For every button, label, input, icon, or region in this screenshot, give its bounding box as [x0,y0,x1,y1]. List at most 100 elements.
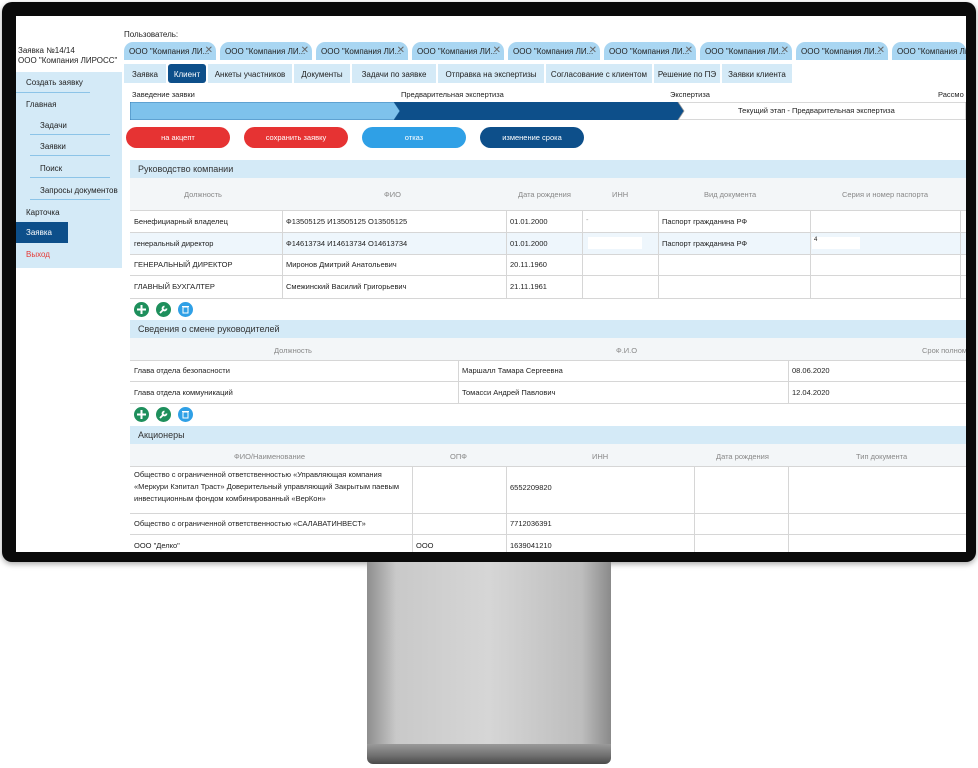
monitor-stand-base [367,744,611,764]
tab-label: ООО "Компания ЛИ... [225,47,306,56]
changes-section-title: Сведения о смене руководителей [130,320,966,338]
divider [130,275,966,276]
sidebar-item-create[interactable]: Создать заявку [26,78,83,87]
column-header: Должность [274,346,312,355]
subtab-questionnaires[interactable]: Анкеты участников [208,64,292,83]
table-cell: Глава отдела коммуникаций [134,388,233,397]
request-info: Заявка №14/14 ООО "Компания ЛИРОСС" [18,46,117,66]
close-icon[interactable]: ✕ [589,45,597,56]
divider [130,534,966,535]
sidebar-item-request-active[interactable]: Заявка [16,222,68,243]
add-icon[interactable] [134,407,149,422]
tab-label: ООО "Компания ЛИ... [801,47,882,56]
close-icon[interactable]: ✕ [493,45,501,56]
divider [130,298,966,299]
divider [130,360,966,361]
tab-company-1[interactable]: ООО "Компания ЛИ... ✕ [124,42,216,60]
close-icon[interactable]: ✕ [781,45,789,56]
table-cell: 12.04.2020 [792,388,830,397]
column-header: ФИО/Наименование [234,452,306,461]
sidebar-item-exit[interactable]: Выход [26,250,50,259]
subnav: Заявка Клиент Анкеты участников Документ… [124,64,966,83]
stage-done [129,101,401,121]
divider [30,155,110,156]
close-icon[interactable]: ✕ [301,45,309,56]
divider [130,513,966,514]
stage-label-2: Предварительная экспертиза [401,90,504,99]
close-icon[interactable]: ✕ [877,45,885,56]
reject-button[interactable]: отказ [362,127,466,148]
tab-company-8[interactable]: ООО "Компания ЛИ... ✕ [796,42,888,60]
sidebar-item-tasks[interactable]: Задачи [40,121,67,130]
close-icon[interactable]: ✕ [685,45,693,56]
sidebar-item-doc-requests[interactable]: Запросы документов [40,186,118,195]
user-label: Пользователь: [124,30,179,39]
divider [412,466,413,552]
tab-company-5[interactable]: ООО "Компания ЛИ... ✕ [508,42,600,60]
divider [130,232,966,233]
table-cell: Смежинский Василий Григорьевич [286,282,407,291]
divider [282,210,283,298]
column-header: Тип документа [856,452,908,461]
sidebar-item-main[interactable]: Главная [26,100,56,109]
divider [130,381,966,382]
subtab-client-requests[interactable]: Заявки клиента [722,64,792,83]
divider [506,466,507,552]
stage-label-3: Экспертиза [670,90,710,99]
inn-redacted [588,237,642,249]
add-icon[interactable] [134,302,149,317]
divider [960,210,961,298]
subtab-client[interactable]: Клиент [168,64,206,83]
column-header: Дата рождения [716,452,769,461]
save-request-button[interactable]: сохранить заявку [244,127,348,148]
table-cell: Маршалл Тамара Сергеевна [462,366,563,375]
wrench-icon[interactable] [156,407,171,422]
tab-label: ООО "Компания ЛИ... [129,47,210,56]
divider [582,210,583,298]
subtab-client-approval[interactable]: Согласование с клиентом [546,64,652,83]
tab-company-6[interactable]: ООО "Компания ЛИ... ✕ [604,42,696,60]
column-header: Серия и номер паспорта [842,190,929,199]
table-cell: ООО [416,541,434,550]
tab-company-9[interactable]: ООО "Компания ЛИ... [892,42,966,60]
change-term-button[interactable]: изменение срока [480,127,584,148]
tab-label: ООО "Компания ЛИ... [705,47,786,56]
close-icon[interactable]: ✕ [205,45,213,56]
column-header: Дата рождения [518,190,571,199]
sidebar-item-search[interactable]: Поиск [40,164,62,173]
screen: Заявка №14/14 ООО "Компания ЛИРОСС" Созд… [16,16,966,552]
column-header: ИНН [612,190,629,199]
divider [30,134,110,135]
subtab-documents[interactable]: Документы [294,64,350,83]
trash-icon[interactable] [178,302,193,317]
close-icon[interactable]: ✕ [397,45,405,56]
tab-company-3[interactable]: ООО "Компания ЛИ... ✕ [316,42,408,60]
divider [788,360,789,403]
tab-label: ООО "Компания ЛИ... [321,47,402,56]
table-cell: Паспорт гражданина РФ [662,217,748,226]
sidebar-item-card[interactable]: Карточка [26,208,60,217]
table-cell: Глава отдела безопасности [134,366,230,375]
accept-button[interactable]: на акцепт [126,127,230,148]
tab-company-2[interactable]: ООО "Компания ЛИ... ✕ [220,42,312,60]
table-cell: Паспорт гражданина РФ [662,239,748,248]
request-title: Заявка №14/14 [18,46,75,55]
column-header: Ф.И.О [616,346,638,355]
divider [788,466,789,552]
column-header: ОПФ [450,452,467,461]
sidebar: Заявка №14/14 ООО "Компания ЛИРОСС" Созд… [16,16,122,552]
table-cell: ООО "Делко" [134,541,180,550]
trash-icon[interactable] [178,407,193,422]
subtab-pe-decision[interactable]: Решение по ПЭ [654,64,720,83]
subtab-request-tasks[interactable]: Задачи по заявке [352,64,436,83]
table-cell: 21.11.1961 [510,282,547,291]
tab-company-4[interactable]: ООО "Компания ЛИ... ✕ [412,42,504,60]
sidebar-item-requests[interactable]: Заявки [40,142,66,151]
divider [130,210,966,211]
subtab-request[interactable]: Заявка [124,64,166,83]
table-cell: 6552209820 [510,483,552,492]
wrench-icon[interactable] [156,302,171,317]
tab-company-7[interactable]: ООО "Компания ЛИ... ✕ [700,42,792,60]
stage-current [394,102,684,120]
subtab-expertise-send[interactable]: Отправка на экспертизы [438,64,544,83]
